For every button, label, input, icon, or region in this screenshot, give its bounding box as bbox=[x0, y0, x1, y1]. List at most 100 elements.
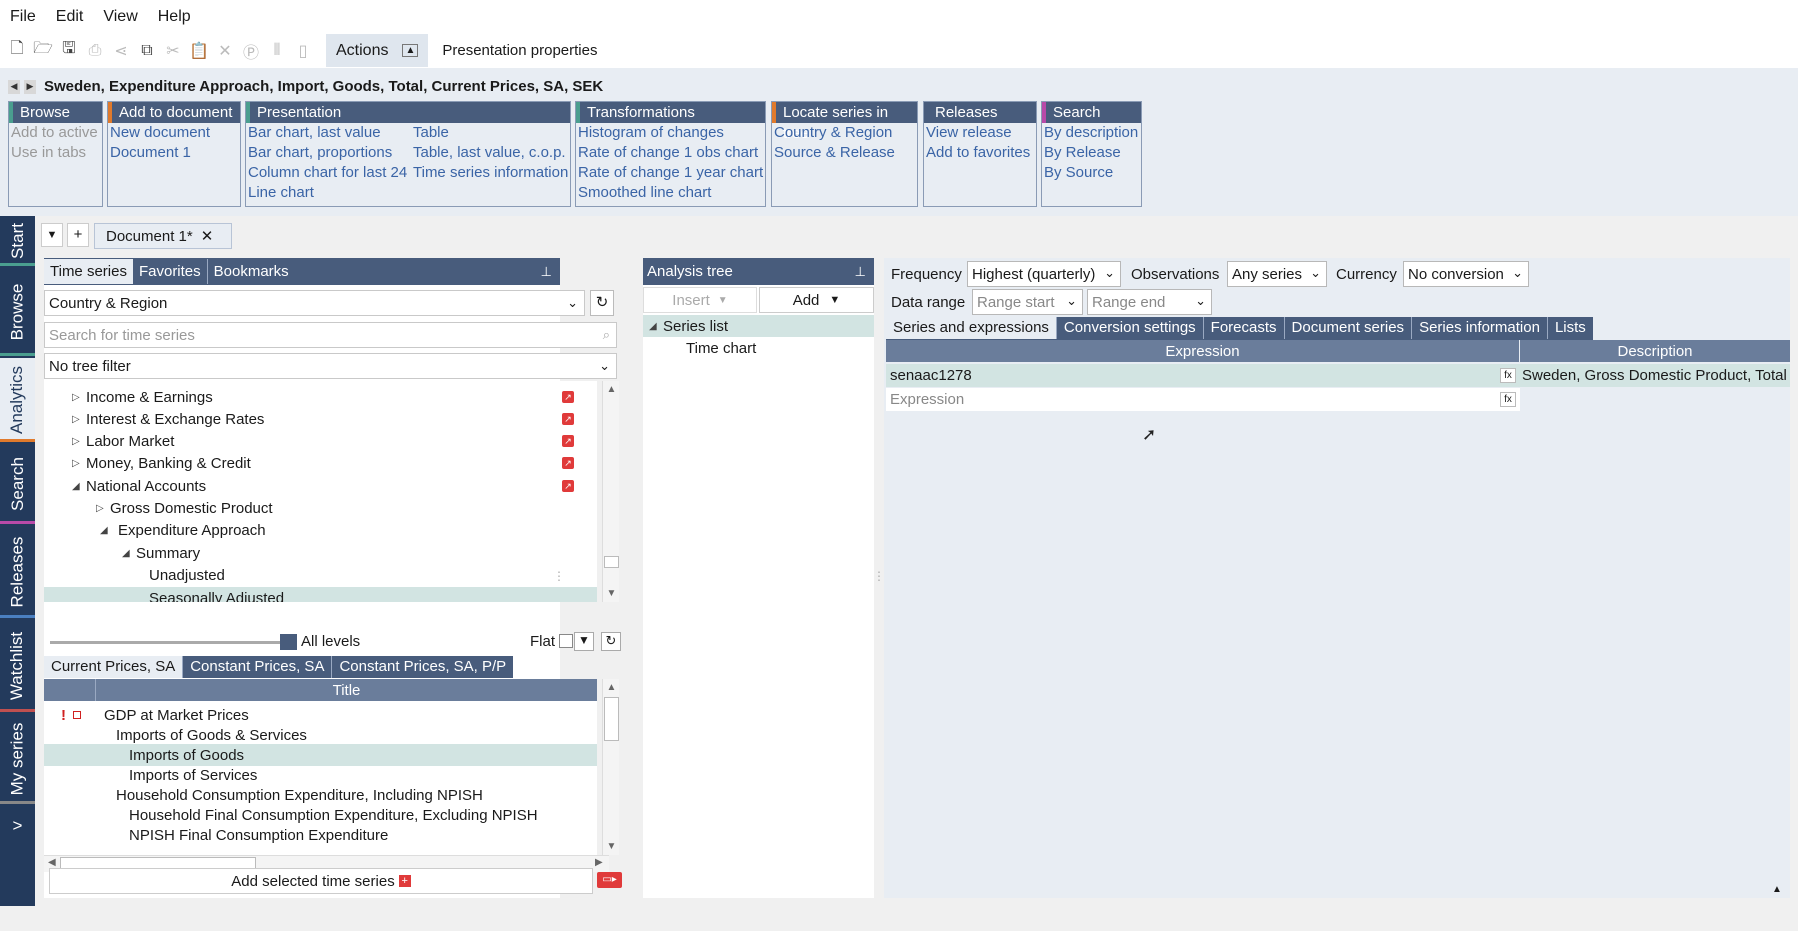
range-start-select[interactable]: Range start ⌄ bbox=[972, 289, 1083, 315]
tab-current-prices-sa[interactable]: Current Prices, SA bbox=[44, 656, 184, 678]
grid-row-household-consumption[interactable]: Household Consumption Expenditure, Inclu… bbox=[44, 784, 597, 806]
pin-icon[interactable]: ⊥ bbox=[855, 264, 866, 280]
rate-of-change-obs-link[interactable]: Rate of change 1 obs chart bbox=[576, 143, 765, 163]
forward-arrow-icon[interactable]: ▶ bbox=[24, 79, 36, 94]
open-folder-icon[interactable]: 🗁 bbox=[30, 38, 56, 64]
tab-bookmarks[interactable]: Bookmarks bbox=[206, 259, 295, 284]
tree-item-money[interactable]: ▷ Money, Banking & Credit ↗ bbox=[44, 452, 580, 474]
scroll-thumb[interactable] bbox=[604, 556, 619, 568]
expression-value[interactable]: senaac1278 bbox=[886, 367, 1500, 384]
scroll-up-icon[interactable]: ▲ bbox=[603, 381, 620, 398]
tab-series-information[interactable]: Series information bbox=[1412, 317, 1548, 339]
grid-row-gdp[interactable]: ! GDP at Market Prices bbox=[44, 704, 597, 726]
filter-icon[interactable]: ▼ bbox=[574, 632, 594, 651]
menu-view[interactable]: View bbox=[93, 8, 147, 26]
add-document-icon[interactable]: + bbox=[67, 223, 89, 247]
tree-item-unadjusted[interactable]: Unadjusted bbox=[44, 564, 580, 586]
tree-item-gdp[interactable]: ▷ Gross Domestic Product bbox=[44, 497, 580, 519]
scroll-down-icon[interactable]: ▼ bbox=[603, 585, 620, 602]
sidebar-tab-browse[interactable]: Browse bbox=[0, 268, 35, 356]
description-column-header[interactable]: Description bbox=[1520, 340, 1790, 362]
tab-series-expressions[interactable]: Series and expressions bbox=[886, 317, 1057, 339]
bar-chart-last-value-link[interactable]: Bar chart, last value bbox=[246, 123, 411, 143]
scroll-up-icon[interactable]: ▲ bbox=[603, 679, 620, 696]
save-icon[interactable]: 🖫 bbox=[56, 38, 82, 64]
grid-scrollbar[interactable]: ▲ ▼ bbox=[602, 679, 619, 855]
locate-source-release-link[interactable]: Source & Release bbox=[772, 143, 917, 163]
tab-constant-prices-sa[interactable]: Constant Prices, SA bbox=[183, 656, 333, 678]
tree-item-expenditure[interactable]: ◢ Expenditure Approach bbox=[44, 519, 580, 541]
scroll-left-icon[interactable]: ◀ bbox=[48, 857, 56, 868]
smoothed-line-chart-link[interactable]: Smoothed line chart bbox=[576, 183, 765, 203]
tree-item-national-accounts[interactable]: ◢ National Accounts ↗ bbox=[44, 475, 580, 497]
tab-presentation-properties[interactable]: Presentation properties bbox=[428, 42, 611, 59]
line-chart-link[interactable]: Line chart bbox=[246, 183, 411, 203]
add-to-chart-icon[interactable]: ▭▸ bbox=[597, 872, 622, 888]
tab-conversion-settings[interactable]: Conversion settings bbox=[1057, 317, 1204, 339]
grid-row-npish[interactable]: NPISH Final Consumption Expenditure bbox=[44, 824, 597, 846]
tab-favorites[interactable]: Favorites bbox=[133, 259, 207, 284]
align-icon[interactable]: ⫴ bbox=[264, 38, 290, 64]
search-by-release-link[interactable]: By Release bbox=[1042, 143, 1141, 163]
grid-row-imports-goods[interactable]: Imports of Goods bbox=[44, 744, 597, 766]
tree-item-interest[interactable]: ▷ Interest & Exchange Rates ↗ bbox=[44, 408, 580, 430]
tab-lists[interactable]: Lists bbox=[1548, 317, 1593, 339]
delete-icon[interactable]: ✕ bbox=[212, 38, 238, 64]
new-document-icon[interactable]: 🗋 bbox=[4, 38, 30, 64]
table-last-value-link[interactable]: Table, last value, c.o.p. bbox=[411, 143, 568, 163]
column-chart-link[interactable]: Column chart for last 24 bbox=[246, 163, 411, 183]
add-button[interactable]: Add ▼ bbox=[759, 287, 874, 313]
scroll-thumb[interactable] bbox=[604, 697, 619, 741]
table-link[interactable]: Table bbox=[411, 123, 568, 143]
fx-button[interactable]: fx bbox=[1500, 368, 1516, 383]
browse-add-to-active[interactable]: Add to active bbox=[9, 123, 102, 143]
flat-checkbox[interactable] bbox=[559, 634, 573, 648]
level-slider-track[interactable] bbox=[50, 641, 282, 644]
sidebar-tab-my-series[interactable]: My series bbox=[0, 714, 35, 804]
pin-p-icon[interactable]: Ⓟ bbox=[238, 38, 264, 64]
tab-forecasts[interactable]: Forecasts bbox=[1204, 317, 1285, 339]
tab-time-series[interactable]: Time series bbox=[44, 259, 133, 284]
analysis-item-time-chart[interactable]: Time chart bbox=[643, 337, 874, 359]
menu-edit[interactable]: Edit bbox=[46, 8, 94, 26]
sidebar-tab-start[interactable]: Start bbox=[0, 216, 35, 266]
currency-select[interactable]: No conversion ⌄ bbox=[1403, 261, 1529, 287]
scroll-down-icon[interactable]: ▼ bbox=[603, 838, 620, 855]
title-column-header[interactable]: Title bbox=[96, 682, 597, 699]
cut-icon[interactable]: ✂ bbox=[160, 38, 186, 64]
tab-actions[interactable]: Actions ▲ bbox=[326, 34, 429, 67]
range-end-select[interactable]: Range end ⌄ bbox=[1087, 289, 1212, 315]
sidebar-tab-analytics[interactable]: Analytics bbox=[0, 358, 35, 442]
back-arrow-icon[interactable]: ◀ bbox=[8, 79, 20, 94]
menu-help[interactable]: Help bbox=[148, 8, 201, 26]
document-tab[interactable]: Document 1* ✕ bbox=[94, 223, 232, 249]
time-series-information-link[interactable]: Time series information bbox=[411, 163, 568, 183]
view-release-link[interactable]: View release bbox=[924, 123, 1036, 143]
sidebar-tab-search[interactable]: Search bbox=[0, 444, 35, 524]
pin-icon[interactable]: ⊥ bbox=[541, 264, 552, 280]
share-icon[interactable]: ⋖ bbox=[108, 38, 134, 64]
expression-column-header[interactable]: Expression bbox=[886, 340, 1520, 362]
bar-icon[interactable]: ▯ bbox=[290, 38, 316, 64]
doc-list-dropdown-icon[interactable]: ▼ bbox=[41, 223, 63, 247]
tree-item-income[interactable]: ▷ Income & Earnings ↗ bbox=[44, 386, 580, 408]
locate-country-region-link[interactable]: Country & Region bbox=[772, 123, 917, 143]
search-by-source-link[interactable]: By Source bbox=[1042, 163, 1141, 183]
scroll-right-icon[interactable]: ▶ bbox=[595, 857, 603, 868]
analysis-item-series-list[interactable]: ◢ Series list bbox=[643, 315, 874, 337]
grid-row-imports-goods-services[interactable]: Imports of Goods & Services bbox=[44, 724, 597, 746]
paste-icon[interactable]: 📋 bbox=[186, 38, 212, 64]
document-1-link[interactable]: Document 1 bbox=[108, 143, 240, 163]
observations-select[interactable]: Any series ⌄ bbox=[1227, 261, 1327, 287]
collapse-ribbon-icon[interactable]: ▲ bbox=[402, 44, 419, 57]
print-icon[interactable]: ⎙ bbox=[82, 38, 108, 64]
splitter-grip[interactable]: ⋮ bbox=[553, 569, 565, 583]
tab-constant-prices-sa-pp[interactable]: Constant Prices, SA, P/P bbox=[332, 656, 513, 678]
sidebar-tab-releases[interactable]: Releases bbox=[0, 526, 35, 618]
splitter-grip[interactable]: ⋮ bbox=[873, 569, 885, 583]
copy-document-icon[interactable]: ⧉ bbox=[134, 38, 160, 64]
grid-row-household-final[interactable]: Household Final Consumption Expenditure,… bbox=[44, 804, 597, 826]
expand-up-icon[interactable]: ▲ bbox=[1772, 884, 1782, 895]
menu-file[interactable]: File bbox=[0, 8, 46, 26]
add-to-favorites-link[interactable]: Add to favorites bbox=[924, 143, 1036, 163]
